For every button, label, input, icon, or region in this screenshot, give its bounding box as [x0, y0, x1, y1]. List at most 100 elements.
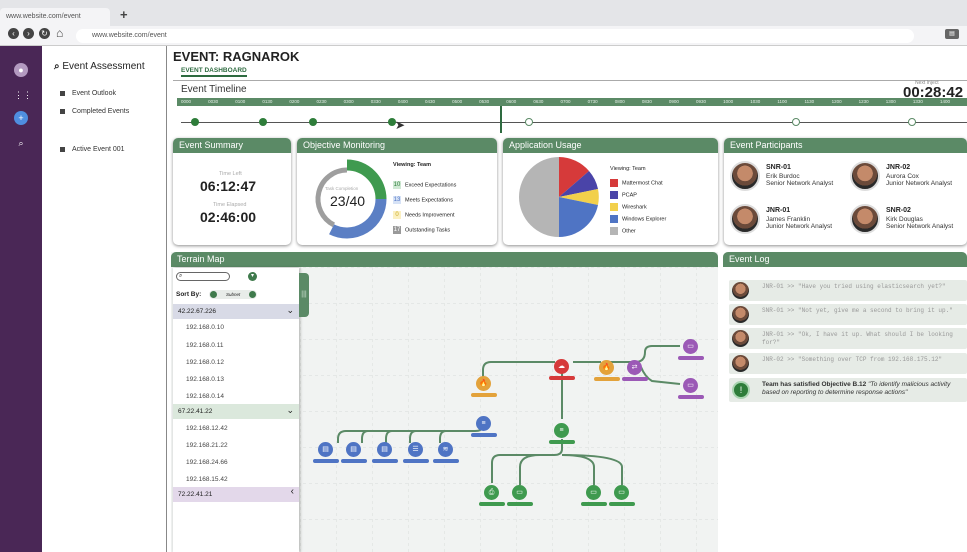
- participant-code: SNR-02: [886, 207, 911, 214]
- objective-row[interactable]: 17 Outstanding Tasks: [393, 226, 450, 234]
- host-item[interactable]: 192.168.12.42: [186, 425, 228, 432]
- search-icon[interactable]: ⌕: [14, 136, 28, 150]
- card-title: Event Participants: [724, 138, 967, 153]
- cloud-icon[interactable]: ☁: [554, 359, 569, 374]
- timeline-tick-label: 0830: [641, 99, 652, 104]
- server-icon[interactable]: ▤: [346, 442, 361, 457]
- firewall-icon[interactable]: 🔥: [599, 360, 614, 375]
- participant-name: James Franklin: [766, 216, 811, 223]
- router-icon[interactable]: ⇄: [627, 360, 642, 375]
- nav-item-active-event[interactable]: Active Event 001: [60, 146, 125, 153]
- participant[interactable]: SNR-02 Kirk Douglas Senior Network Analy…: [850, 204, 966, 242]
- back-icon[interactable]: ‹: [8, 28, 19, 39]
- legend-item: Windows Explorer: [610, 215, 666, 223]
- log-text: SNR-01 >> "Not yet, give me a second to …: [762, 307, 953, 314]
- timeline-tick-label: 0230: [316, 99, 327, 104]
- server-icon[interactable]: ▤: [377, 442, 392, 457]
- timeline-future-marker[interactable]: [792, 118, 800, 126]
- cursor-icon: ➤: [395, 118, 406, 132]
- subnet-header[interactable]: 42.22.67.226 ⌄: [173, 304, 299, 319]
- database-icon[interactable]: ☰: [408, 442, 423, 457]
- search-input[interactable]: ⌕: [176, 272, 230, 281]
- browser-tab[interactable]: www.website.com/event: [0, 8, 110, 26]
- log-text: JNR-02 >> "Something over TCP from 192.1…: [762, 356, 943, 363]
- timeline-event-marker[interactable]: [259, 118, 267, 126]
- filter-icon[interactable]: ▾: [248, 272, 257, 281]
- host-item[interactable]: 192.168.0.12: [186, 359, 224, 366]
- subnet-name: 42.22.67.226: [178, 308, 216, 315]
- server-icon[interactable]: ▤: [318, 442, 333, 457]
- timeline-tick-label: 0300: [343, 99, 354, 104]
- host-item[interactable]: 192.168.0.14: [186, 393, 224, 400]
- add-icon[interactable]: +: [14, 111, 28, 125]
- timeline-tick-label: 0400: [397, 99, 408, 104]
- card-title: Event Summary: [173, 138, 291, 153]
- grid-icon[interactable]: ⋮⋮: [14, 88, 32, 102]
- calendar-icon: [60, 108, 65, 114]
- reload-icon[interactable]: ↻: [39, 28, 50, 39]
- home-icon[interactable]: ⌂: [56, 26, 63, 40]
- chevron-left-icon[interactable]: [210, 291, 217, 298]
- chevron-down-icon: ⌄: [286, 405, 294, 415]
- objective-label: Outstanding Tasks: [405, 227, 451, 234]
- nav-title[interactable]: ⌕ Event Assessment: [54, 61, 145, 72]
- url-input[interactable]: www.website.com/event: [76, 29, 914, 43]
- chevron-right-icon[interactable]: [249, 291, 256, 298]
- objective-row[interactable]: 0 Needs Improvement: [393, 211, 455, 219]
- timeline-tick-label: 0630: [533, 99, 544, 104]
- host-item[interactable]: 192.168.0.10: [186, 324, 224, 331]
- timeline-now-marker: [500, 106, 502, 133]
- log-text: JNR-01 >> "Have you tried using elastics…: [762, 283, 946, 290]
- tab-event-dashboard[interactable]: EVENT DASHBOARD: [181, 67, 247, 77]
- network-topology: [300, 267, 718, 552]
- host-item[interactable]: 192.168.0.13: [186, 376, 224, 383]
- objective-row[interactable]: 10 Exceed Expectations: [393, 181, 456, 189]
- viewing-label: Viewing: Team: [393, 162, 432, 168]
- participant[interactable]: SNR-01 Erik Burdoc Senior Network Analys…: [730, 161, 840, 199]
- sort-selector[interactable]: Subnet: [209, 290, 257, 299]
- host-item[interactable]: 192.168.15.42: [186, 476, 228, 483]
- host-item[interactable]: 192.168.0.11: [186, 342, 223, 349]
- participant-code: SNR-01: [766, 164, 791, 171]
- legend-swatch: [610, 191, 618, 199]
- timeline-tick-label: 0030: [208, 99, 219, 104]
- switch-icon[interactable]: ≡: [554, 423, 569, 438]
- participant[interactable]: JNR-01 James Franklin Junior Network Ana…: [730, 204, 840, 242]
- subnet-header[interactable]: 67.22.41.22 ⌄: [173, 404, 299, 419]
- timeline-event-marker[interactable]: [309, 118, 317, 126]
- workstation-icon[interactable]: ▭: [614, 485, 629, 500]
- participant[interactable]: JNR-02 Aurora Cox Junior Network Analyst: [850, 161, 966, 199]
- workstation-icon[interactable]: ▭: [512, 485, 527, 500]
- timeline-tick-label: 0800: [614, 99, 625, 104]
- participant-name: Kirk Douglas: [886, 216, 923, 223]
- forward-icon[interactable]: ›: [23, 28, 34, 39]
- objective-row[interactable]: 13 Meets Expectations: [393, 196, 453, 204]
- timeline-future-marker[interactable]: [525, 118, 533, 126]
- host-item[interactable]: 192.168.24.66: [186, 459, 228, 466]
- objective-label: Meets Expectations: [405, 197, 453, 204]
- printer-icon[interactable]: ⎙: [484, 485, 499, 500]
- switch-icon[interactable]: ≡: [476, 416, 491, 431]
- nav-item-completed-events[interactable]: Completed Events: [60, 108, 129, 115]
- new-tab-button[interactable]: +: [120, 8, 128, 21]
- subnet-header[interactable]: 72.22.41.21 ‹: [173, 486, 299, 502]
- timeline-tick-label: 1200: [831, 99, 842, 104]
- workstation-icon[interactable]: ▭: [683, 378, 698, 393]
- host-item[interactable]: 192.168.21.22: [186, 442, 228, 449]
- wifi-icon[interactable]: ≋: [438, 442, 453, 457]
- task-completion-label: Task Completion: [325, 186, 359, 191]
- timeline-tick-label: 1000: [723, 99, 734, 104]
- firewall-icon[interactable]: 🔥: [476, 376, 491, 391]
- workstation-icon[interactable]: ▭: [683, 339, 698, 354]
- timeline-future-marker[interactable]: [908, 118, 916, 126]
- timeline-tick-label: 0530: [479, 99, 490, 104]
- application-usage-pie: [519, 157, 599, 237]
- timeline-event-marker[interactable]: [191, 118, 199, 126]
- subnet-list: ⌕ ▾ Sort By: Subnet 42.22.67.226 ⌄ 192.16…: [173, 268, 299, 552]
- nav-item-event-outlook[interactable]: Event Outlook: [60, 90, 116, 97]
- workstation-icon[interactable]: ▭: [586, 485, 601, 500]
- avatar-icon[interactable]: ●: [14, 63, 28, 77]
- time-elapsed-value: 02:46:00: [200, 209, 257, 225]
- extension-icon[interactable]: ▤: [945, 29, 959, 39]
- collapse-handle[interactable]: |||: [299, 273, 309, 317]
